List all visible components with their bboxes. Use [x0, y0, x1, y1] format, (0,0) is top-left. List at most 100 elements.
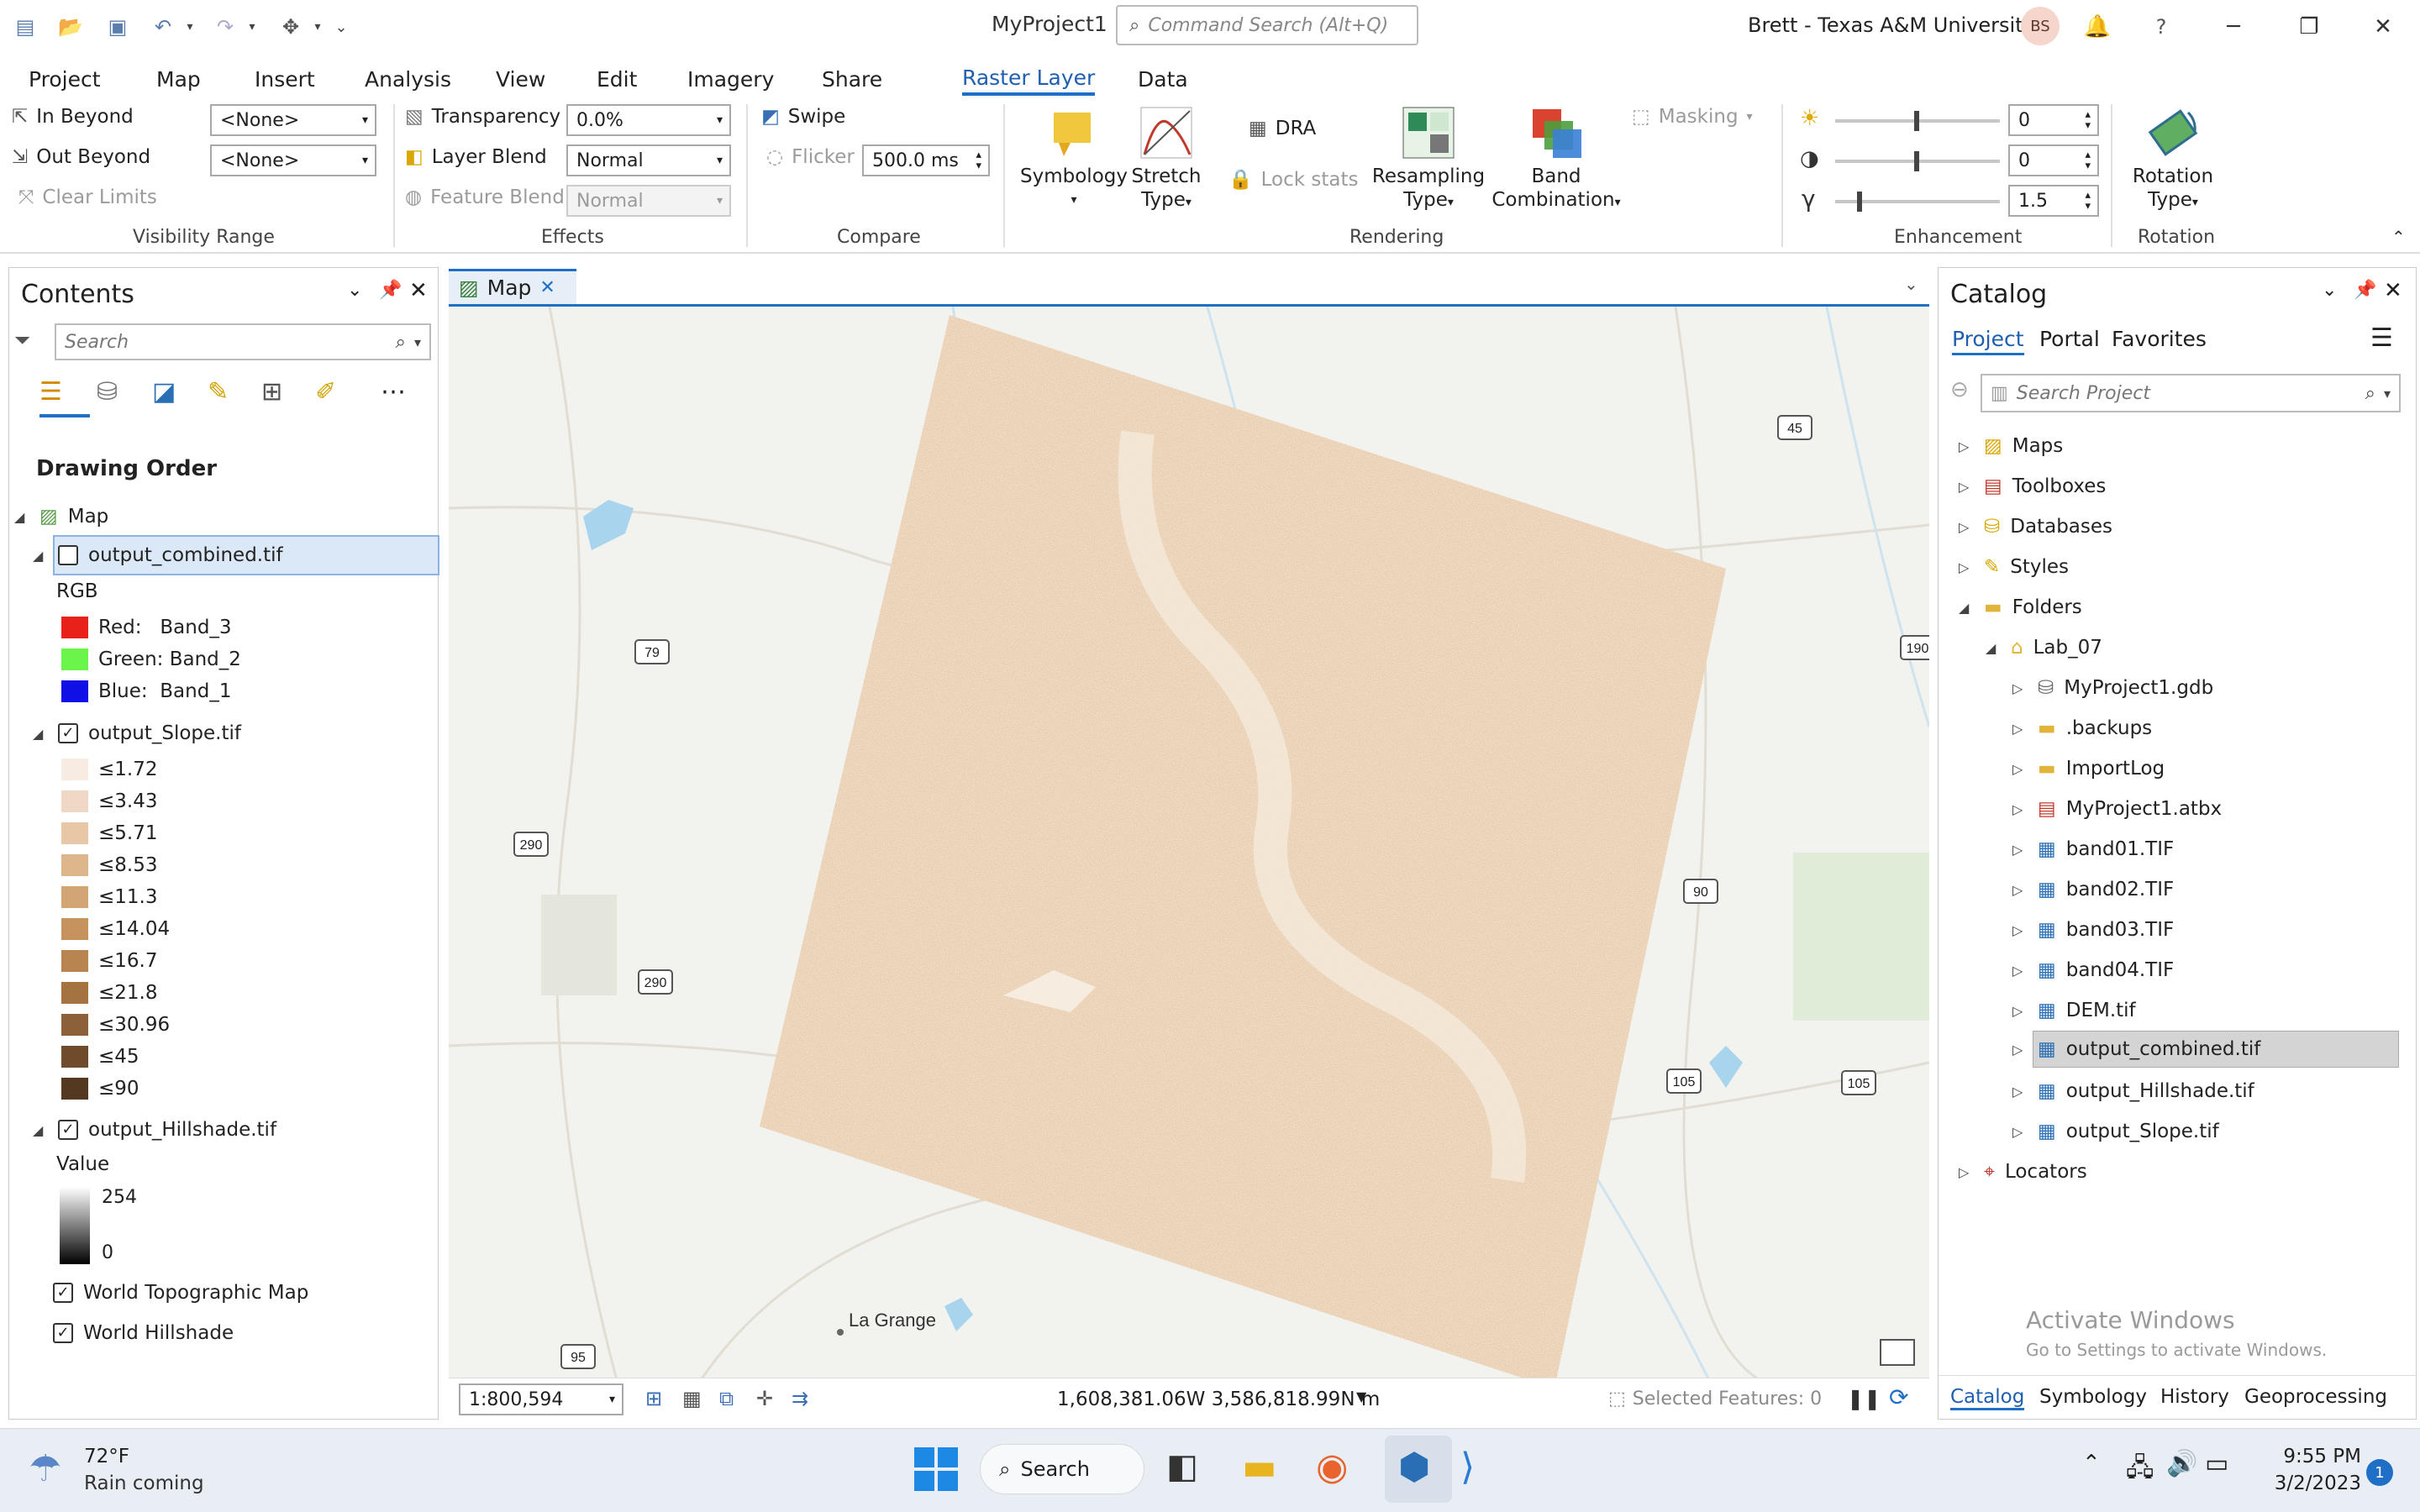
symbology-button[interactable]: Symbology ▾ — [1020, 106, 1128, 212]
help-icon[interactable]: ? — [2136, 8, 2186, 45]
clear-limits-button[interactable]: ⤧ Clear Limits — [18, 186, 157, 208]
collapse-icon[interactable]: ◢ — [33, 1122, 48, 1138]
move-icon[interactable]: ✥ — [276, 12, 306, 42]
undo-icon[interactable]: ↶ — [148, 12, 178, 42]
swipe-button[interactable]: ◩ Swipe — [761, 106, 845, 128]
masking-button[interactable]: ⬚ Masking ▾ — [1632, 106, 1753, 128]
list-by-drawing-order-icon[interactable]: ☰ — [39, 377, 73, 411]
weather-temp[interactable]: 72°F — [84, 1446, 129, 1467]
constraints-icon[interactable]: ✛ — [756, 1387, 773, 1410]
grid-icon[interactable]: ▦ — [682, 1387, 702, 1410]
catalog-toolboxes[interactable]: ▷ ▤ Toolboxes — [1959, 470, 2106, 503]
catalog-backups[interactable]: ▷ ▬ .backups — [2012, 711, 2152, 745]
task-view-icon[interactable]: ◧ — [1166, 1447, 1198, 1486]
map-view[interactable]: 45 79 190 290 90 290 105 105 95 La Grange — [449, 304, 1929, 1378]
band-combination-button[interactable]: Band Combination▾ — [1487, 106, 1625, 214]
close-tab-icon[interactable]: ✕ — [539, 277, 555, 298]
contrast-input[interactable]: 0 ▴ ▾ — [2008, 144, 2099, 176]
collapse-ribbon-icon[interactable]: ⌃ — [2391, 227, 2406, 247]
catalog-search-input[interactable]: ▥ Search Project ⌕ ▾ — [1981, 374, 2401, 412]
minimize-button[interactable]: ─ — [2208, 8, 2259, 45]
command-search-input[interactable]: ⌕ Command Search (Alt+Q) — [1116, 5, 1418, 45]
layer-world-hillshade[interactable]: ✓ World Hillshade — [53, 1316, 234, 1350]
tab-map[interactable]: Map — [156, 62, 201, 96]
chevron-down-icon[interactable]: ▾ — [406, 334, 429, 350]
expand-icon[interactable]: ▷ — [2012, 1003, 2028, 1019]
user-name[interactable]: Brett - Texas A&M University — [1748, 13, 2035, 37]
new-project-icon[interactable]: ▤ — [10, 12, 40, 42]
catalog-output-hillshade[interactable]: ▷ ▦ output_Hillshade.tif — [2012, 1074, 2254, 1108]
pane-options-icon[interactable]: ⌄ — [2322, 280, 2337, 301]
overview-toggle-icon[interactable] — [1880, 1339, 1915, 1366]
taskbar-search[interactable]: ⌕ Search — [980, 1444, 1144, 1494]
more-options-icon[interactable]: ⋯ — [381, 377, 406, 407]
tab-insert[interactable]: Insert — [255, 62, 315, 96]
expand-icon[interactable]: ▷ — [2012, 721, 2028, 737]
list-by-labeling-icon[interactable]: ✐ — [315, 377, 336, 407]
collapse-icon[interactable]: ◢ — [1959, 600, 1974, 616]
tab-share[interactable]: Share — [822, 62, 882, 96]
bottom-tab-history[interactable]: History — [2160, 1386, 2229, 1408]
resampling-type-button[interactable]: Resampling Type▾ — [1366, 106, 1491, 214]
catalog-lab07[interactable]: ◢ ⌂ Lab_07 — [1986, 631, 2102, 664]
stretch-type-button[interactable]: Stretch Type▾ — [1129, 106, 1203, 214]
expand-icon[interactable]: ▷ — [1959, 1164, 1974, 1180]
layer-output-combined[interactable]: ◢ output_combined.tif — [33, 538, 283, 572]
volume-icon[interactable]: 🔊 — [2166, 1449, 2197, 1478]
redo-icon[interactable]: ↷ — [210, 12, 240, 42]
arcgis-pro-taskbar-button[interactable]: ⬢ — [1385, 1436, 1452, 1503]
tab-analysis[interactable]: Analysis — [365, 62, 451, 96]
stepper-icon[interactable]: ▴ ▾ — [976, 150, 981, 171]
weather-icon[interactable]: ☂ — [29, 1447, 61, 1490]
expand-icon[interactable]: ▷ — [1959, 519, 1974, 535]
in-beyond-select[interactable]: <None> ▾ — [210, 104, 376, 136]
catalog-styles[interactable]: ▷ ✎ Styles — [1959, 550, 2069, 584]
catalog-output-combined[interactable]: ▷ ▦ output_combined.tif — [2012, 1032, 2260, 1066]
expand-icon[interactable]: ▷ — [2012, 680, 2028, 696]
layer-output-hillshade[interactable]: ◢ ✓ output_Hillshade.tif — [33, 1113, 276, 1147]
expand-icon[interactable]: ▷ — [2012, 842, 2028, 858]
catalog-gdb[interactable]: ▷ ⛁ MyProject1.gdb — [2012, 671, 2213, 705]
catalog-tab-project[interactable]: Project — [1952, 327, 2024, 355]
catalog-tab-favorites[interactable]: Favorites — [2112, 327, 2207, 351]
transparency-select[interactable]: 0.0% ▾ — [566, 104, 731, 136]
bottom-tab-symbology[interactable]: Symbology — [2039, 1386, 2147, 1408]
notifications-icon[interactable]: 🔔 — [2072, 8, 2123, 45]
catalog-databases[interactable]: ▷ ⛁ Databases — [1959, 510, 2112, 543]
tab-data[interactable]: Data — [1138, 62, 1188, 96]
snapping-icon[interactable]: ⧉ — [719, 1387, 734, 1410]
filter-icon[interactable]: ⏷ — [14, 328, 30, 352]
contrast-slider[interactable] — [1835, 151, 2000, 171]
brightness-input[interactable]: 0 ▴ ▾ — [2008, 104, 2099, 136]
vscode-icon[interactable]: ⟩ — [1460, 1446, 1475, 1488]
layer-world-topographic[interactable]: ✓ World Topographic Map — [53, 1276, 308, 1310]
visibility-checkbox[interactable]: ✓ — [58, 723, 78, 743]
clock-time[interactable]: 9:55 PM — [2277, 1446, 2361, 1467]
network-icon[interactable]: 🖧 — [2126, 1449, 2154, 1492]
expand-icon[interactable]: ▷ — [2012, 801, 2028, 817]
save-icon[interactable]: ▣ — [103, 12, 133, 42]
visibility-checkbox[interactable] — [58, 545, 78, 565]
flicker-interval-input[interactable]: 500.0 ms ▴ ▾ — [862, 144, 990, 176]
flicker-button[interactable]: ◌ Flicker — [766, 146, 855, 168]
file-explorer-icon[interactable]: ▬ — [1242, 1446, 1277, 1488]
expand-icon[interactable]: ▷ — [2012, 882, 2028, 898]
tab-view[interactable]: View — [496, 62, 545, 96]
expand-icon[interactable]: ▷ — [2012, 922, 2028, 938]
back-icon[interactable]: ⊖ — [1950, 377, 1969, 402]
pin-icon[interactable]: 📌 — [2354, 280, 2376, 301]
pane-options-icon[interactable]: ⌄ — [347, 280, 362, 301]
firefox-icon[interactable]: ◉ — [1316, 1446, 1348, 1488]
pin-icon[interactable]: 📌 — [379, 280, 402, 301]
gamma-slider[interactable] — [1835, 192, 2000, 212]
avatar[interactable]: BS — [2021, 7, 2060, 45]
expand-icon[interactable]: ▷ — [2012, 761, 2028, 777]
catalog-band04[interactable]: ▷ ▦ band04.TIF — [2012, 953, 2174, 987]
catalog-band02[interactable]: ▷ ▦ band02.TIF — [2012, 873, 2174, 906]
tab-project[interactable]: Project — [29, 62, 101, 96]
list-by-source-icon[interactable]: ⛁ — [97, 377, 118, 407]
collapse-icon[interactable]: ◢ — [33, 726, 48, 742]
catalog-maps[interactable]: ▷ ▨ Maps — [1959, 429, 2063, 463]
chevron-down-icon[interactable]: ▾ — [2375, 386, 2399, 402]
clock-date[interactable]: 3/2/2023 — [2269, 1473, 2361, 1494]
